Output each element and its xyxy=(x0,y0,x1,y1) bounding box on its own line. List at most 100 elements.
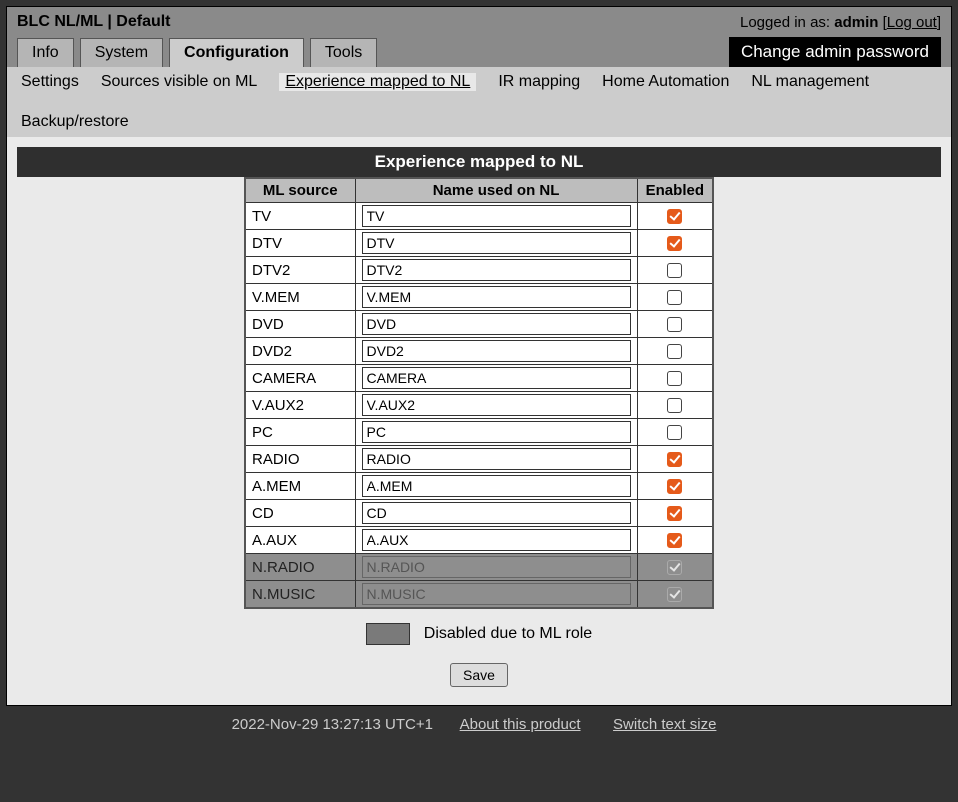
textsize-link[interactable]: Switch text size xyxy=(613,716,716,733)
ml-source-cell: DVD xyxy=(245,311,355,338)
enabled-cell xyxy=(637,554,713,581)
logged-in-prefix: Logged in as: xyxy=(740,14,834,31)
legend: Disabled due to ML role xyxy=(17,623,941,645)
ml-source-cell: TV xyxy=(245,203,355,230)
name-cell xyxy=(355,284,637,311)
enabled-checkbox[interactable] xyxy=(667,452,682,467)
name-cell xyxy=(355,473,637,500)
enabled-cell xyxy=(637,581,713,609)
name-input[interactable] xyxy=(362,502,631,524)
enabled-cell xyxy=(637,473,713,500)
table-row: DTV2 xyxy=(245,257,713,284)
enabled-checkbox[interactable] xyxy=(667,236,682,251)
source-table: ML source Name used on NL Enabled TVDTVD… xyxy=(244,177,714,609)
table-row: V.MEM xyxy=(245,284,713,311)
enabled-checkbox[interactable] xyxy=(667,263,682,278)
name-input[interactable] xyxy=(362,205,631,227)
tab-system[interactable]: System xyxy=(80,38,163,67)
name-input[interactable] xyxy=(362,394,631,416)
table-row: A.MEM xyxy=(245,473,713,500)
name-input[interactable] xyxy=(362,448,631,470)
subnav-ir-mapping[interactable]: IR mapping xyxy=(498,73,580,91)
subnav-backup-restore[interactable]: Backup/restore xyxy=(21,113,129,131)
name-cell xyxy=(355,554,637,581)
table-row: V.AUX2 xyxy=(245,392,713,419)
ml-source-cell: V.MEM xyxy=(245,284,355,311)
name-input[interactable] xyxy=(362,313,631,335)
enabled-cell xyxy=(637,446,713,473)
enabled-checkbox[interactable] xyxy=(667,533,682,548)
legend-swatch xyxy=(366,623,410,645)
table-row: DTV xyxy=(245,230,713,257)
ml-source-cell: N.RADIO xyxy=(245,554,355,581)
table-row: A.AUX xyxy=(245,527,713,554)
enabled-cell xyxy=(637,203,713,230)
save-button[interactable]: Save xyxy=(450,663,508,687)
name-cell xyxy=(355,419,637,446)
enabled-cell xyxy=(637,311,713,338)
name-input[interactable] xyxy=(362,367,631,389)
tab-configuration[interactable]: Configuration xyxy=(169,38,304,67)
footer: 2022-Nov-29 13:27:13 UTC+1 About this pr… xyxy=(6,706,952,763)
change-password-button[interactable]: Change admin password xyxy=(729,37,941,67)
name-cell xyxy=(355,500,637,527)
enabled-checkbox[interactable] xyxy=(667,506,682,521)
name-cell xyxy=(355,581,637,609)
subnav-nl-management[interactable]: NL management xyxy=(751,73,869,91)
name-input xyxy=(362,583,631,605)
legend-text: Disabled due to ML role xyxy=(424,625,592,643)
name-input xyxy=(362,556,631,578)
tab-info[interactable]: Info xyxy=(17,38,74,67)
logged-in-user: admin xyxy=(834,14,878,31)
ml-source-cell: A.AUX xyxy=(245,527,355,554)
login-status: Logged in as: admin [Log out] xyxy=(740,14,941,31)
col-name: Name used on NL xyxy=(355,178,637,203)
tab-tools[interactable]: Tools xyxy=(310,38,377,67)
name-input[interactable] xyxy=(362,340,631,362)
enabled-cell xyxy=(637,338,713,365)
subnav-experience-mapped-to-nl[interactable]: Experience mapped to NL xyxy=(279,73,476,91)
brand-title: BLC NL/ML | Default xyxy=(17,13,171,31)
table-row: CAMERA xyxy=(245,365,713,392)
name-input[interactable] xyxy=(362,529,631,551)
enabled-cell xyxy=(637,257,713,284)
enabled-checkbox[interactable] xyxy=(667,209,682,224)
name-input[interactable] xyxy=(362,475,631,497)
ml-source-cell: CAMERA xyxy=(245,365,355,392)
enabled-checkbox[interactable] xyxy=(667,479,682,494)
name-cell xyxy=(355,311,637,338)
enabled-cell xyxy=(637,500,713,527)
table-row: TV xyxy=(245,203,713,230)
main-tabs: InfoSystemConfigurationTools Change admin… xyxy=(17,37,941,67)
table-row: N.RADIO xyxy=(245,554,713,581)
ml-source-cell: DTV2 xyxy=(245,257,355,284)
enabled-checkbox[interactable] xyxy=(667,344,682,359)
table-row: DVD2 xyxy=(245,338,713,365)
about-link[interactable]: About this product xyxy=(460,716,581,733)
subnav-home-automation[interactable]: Home Automation xyxy=(602,73,729,91)
col-ml: ML source xyxy=(245,178,355,203)
subnav-sources-visible-on-ml[interactable]: Sources visible on ML xyxy=(101,73,258,91)
ml-source-cell: V.AUX2 xyxy=(245,392,355,419)
enabled-cell xyxy=(637,419,713,446)
enabled-checkbox[interactable] xyxy=(667,398,682,413)
name-input[interactable] xyxy=(362,421,631,443)
logout-link[interactable]: Log out xyxy=(887,14,937,31)
enabled-checkbox[interactable] xyxy=(667,425,682,440)
ml-source-cell: A.MEM xyxy=(245,473,355,500)
name-input[interactable] xyxy=(362,232,631,254)
enabled-checkbox xyxy=(667,587,682,602)
enabled-cell xyxy=(637,392,713,419)
table-row: CD xyxy=(245,500,713,527)
name-input[interactable] xyxy=(362,259,631,281)
enabled-checkbox[interactable] xyxy=(667,371,682,386)
subnav-settings[interactable]: Settings xyxy=(21,73,79,91)
name-input[interactable] xyxy=(362,286,631,308)
enabled-checkbox xyxy=(667,560,682,575)
footer-timestamp: 2022-Nov-29 13:27:13 UTC+1 xyxy=(232,716,433,733)
ml-source-cell: PC xyxy=(245,419,355,446)
enabled-cell xyxy=(637,365,713,392)
ml-source-cell: N.MUSIC xyxy=(245,581,355,609)
enabled-checkbox[interactable] xyxy=(667,290,682,305)
enabled-checkbox[interactable] xyxy=(667,317,682,332)
